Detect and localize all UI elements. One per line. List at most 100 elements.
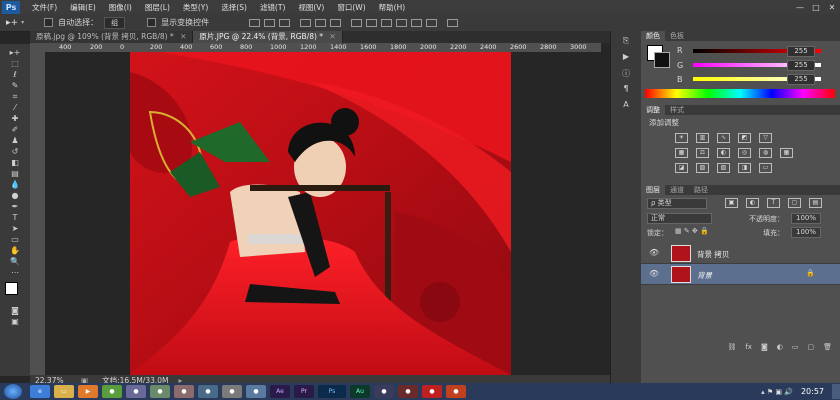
tab-paths[interactable]: 路径 (689, 185, 713, 195)
tab-swatches[interactable]: 色板 (665, 31, 689, 41)
taskbar-app-icon[interactable]: ● (198, 385, 218, 398)
pen-tool-icon[interactable]: ✒ (4, 202, 26, 212)
auto-select-checkbox[interactable] (44, 18, 54, 27)
marquee-tool-icon[interactable]: ⬚ (4, 59, 26, 69)
levels-icon[interactable]: ▥ (696, 133, 709, 143)
menu-type[interactable]: 类型(Y) (183, 2, 208, 13)
stamp-tool-icon[interactable]: ♟ (4, 136, 26, 146)
hue-saturation-icon[interactable]: ▦ (675, 148, 688, 158)
opacity-input[interactable]: 100% (791, 213, 821, 224)
move-tool-preset-icon[interactable]: ▸+ (6, 18, 18, 28)
quick-mask-icon[interactable]: ◙ (4, 306, 26, 316)
green-value[interactable]: 255 (787, 60, 815, 71)
align-right-icon[interactable] (330, 18, 342, 27)
visibility-eye-icon[interactable]: 👁 (649, 248, 659, 257)
menu-view[interactable]: 视图(V) (298, 2, 324, 13)
filter-smart-icon[interactable]: ▤ (809, 198, 822, 208)
taskbar-app-icon[interactable]: ● (446, 385, 466, 398)
curves-icon[interactable]: ∿ (717, 133, 730, 143)
color-balance-icon[interactable]: ⚖ (696, 148, 709, 158)
auto-select-dropdown[interactable]: 组 (104, 16, 126, 29)
taskbar-photoshop[interactable]: Ps (318, 385, 346, 398)
distribute-top-icon[interactable] (351, 18, 363, 27)
tab-color[interactable]: 颜色 (641, 31, 665, 41)
delete-layer-icon[interactable]: 🗑 (823, 343, 832, 355)
character-icon[interactable]: A (619, 100, 633, 111)
taskbar-app-icon[interactable]: ● (398, 385, 418, 398)
eyedropper-tool-icon[interactable]: ⁄ (4, 103, 26, 113)
gradient-map-icon[interactable]: ▭ (759, 163, 772, 173)
align-left-icon[interactable] (300, 18, 312, 27)
add-mask-icon[interactable]: ◙ (761, 343, 768, 355)
taskbar-app-icon[interactable]: ● (246, 385, 266, 398)
tab-source-jpg[interactable]: 原片.JPG @ 22.4% (背景, RGB/8) * ✕ (193, 31, 343, 43)
layer-row-background-copy[interactable]: 👁 背景 拷贝 (641, 243, 840, 264)
show-desktop-button[interactable] (832, 384, 840, 399)
threshold-icon[interactable]: ▧ (717, 163, 730, 173)
align-top-icon[interactable] (249, 18, 261, 27)
menu-edit[interactable]: 编辑(E) (70, 2, 96, 13)
layer-filter-dropdown[interactable]: ρ 类型 (647, 198, 707, 209)
taskbar-after-effects[interactable]: Ae (270, 385, 290, 398)
distribute-bottom-icon[interactable] (381, 18, 393, 27)
history-icon[interactable]: ⎘ (619, 36, 633, 47)
color-lookup-icon[interactable]: ▦ (780, 148, 793, 158)
dodge-tool-icon[interactable]: ● (4, 191, 26, 201)
layer-name[interactable]: 背景 拷贝 (697, 249, 729, 260)
photo-filter-icon[interactable]: ◎ (738, 148, 751, 158)
brush-tool-icon[interactable]: ✐ (4, 125, 26, 135)
tab-close-icon[interactable]: ✕ (329, 32, 335, 41)
taskbar-app-icon[interactable]: ● (126, 385, 146, 398)
type-tool-icon[interactable]: T (4, 213, 26, 223)
background-color-chip[interactable] (654, 52, 670, 68)
distribute-right-icon[interactable] (426, 18, 438, 27)
new-adjustment-icon[interactable]: ◐ (777, 343, 783, 355)
quick-select-tool-icon[interactable]: ✎ (4, 81, 26, 91)
lasso-tool-icon[interactable]: ℓ (4, 70, 26, 80)
distribute-left-icon[interactable] (396, 18, 408, 27)
tab-adjustments[interactable]: 调整 (641, 105, 665, 115)
layer-row-background[interactable]: 👁 背景 🔒 (641, 264, 840, 285)
tab-styles[interactable]: 样式 (665, 105, 689, 115)
taskbar-app-icon[interactable]: ● (150, 385, 170, 398)
align-hcenter-icon[interactable] (315, 18, 327, 27)
start-button[interactable] (4, 384, 22, 399)
filter-type-icon[interactable]: T (767, 198, 780, 208)
history-brush-icon[interactable]: ↺ (4, 147, 26, 157)
tab-close-icon[interactable]: ✕ (180, 32, 186, 41)
shape-tool-icon[interactable]: ▭ (4, 235, 26, 245)
new-group-icon[interactable]: ▭ (792, 343, 799, 355)
screen-mode-icon[interactable]: ▣ (4, 317, 26, 327)
info-icon[interactable]: ⓘ (619, 68, 633, 79)
color-swatches[interactable] (0, 282, 30, 301)
blur-tool-icon[interactable]: 💧 (4, 180, 26, 190)
blue-value[interactable]: 255 (787, 74, 815, 85)
taskbar-premiere[interactable]: Pr (294, 385, 314, 398)
auto-align-icon[interactable] (447, 18, 459, 27)
filter-pixel-icon[interactable]: ▣ (725, 198, 738, 208)
taskbar-explorer-icon[interactable]: ▭ (54, 385, 74, 398)
filter-shape-icon[interactable]: ▢ (788, 198, 801, 208)
selective-color-icon[interactable]: ◨ (738, 163, 751, 173)
healing-tool-icon[interactable]: ✚ (4, 114, 26, 124)
taskbar-media-icon[interactable]: ▶ (78, 385, 98, 398)
fill-input[interactable]: 100% (791, 227, 821, 238)
channel-mixer-icon[interactable]: ◍ (759, 148, 772, 158)
zoom-tool-icon[interactable]: 🔍 (4, 257, 26, 267)
path-select-tool-icon[interactable]: ➤ (4, 224, 26, 234)
invert-icon[interactable]: ◪ (675, 163, 688, 173)
move-tool-icon[interactable]: ▸+ (4, 48, 26, 58)
menu-layer[interactable]: 图层(L) (145, 2, 170, 13)
maximize-button[interactable]: □ (808, 2, 824, 12)
new-layer-icon[interactable]: ▢ (807, 343, 814, 355)
link-layers-icon[interactable]: ⛓ (727, 343, 736, 355)
foreground-color-swatch[interactable] (5, 282, 18, 295)
tab-original-jpg[interactable]: 原稿.jpg @ 109% (背景 拷贝, RGB/8) * ✕ (30, 31, 194, 43)
taskbar-app-icon[interactable]: ● (222, 385, 242, 398)
filter-adjust-icon[interactable]: ◐ (746, 198, 759, 208)
actions-icon[interactable]: ▶ (619, 52, 633, 63)
tab-channels[interactable]: 通道 (665, 185, 689, 195)
taskbar-app-icon[interactable]: ● (102, 385, 122, 398)
taskbar-ie-icon[interactable]: e (30, 385, 50, 398)
align-bottom-icon[interactable] (279, 18, 291, 27)
